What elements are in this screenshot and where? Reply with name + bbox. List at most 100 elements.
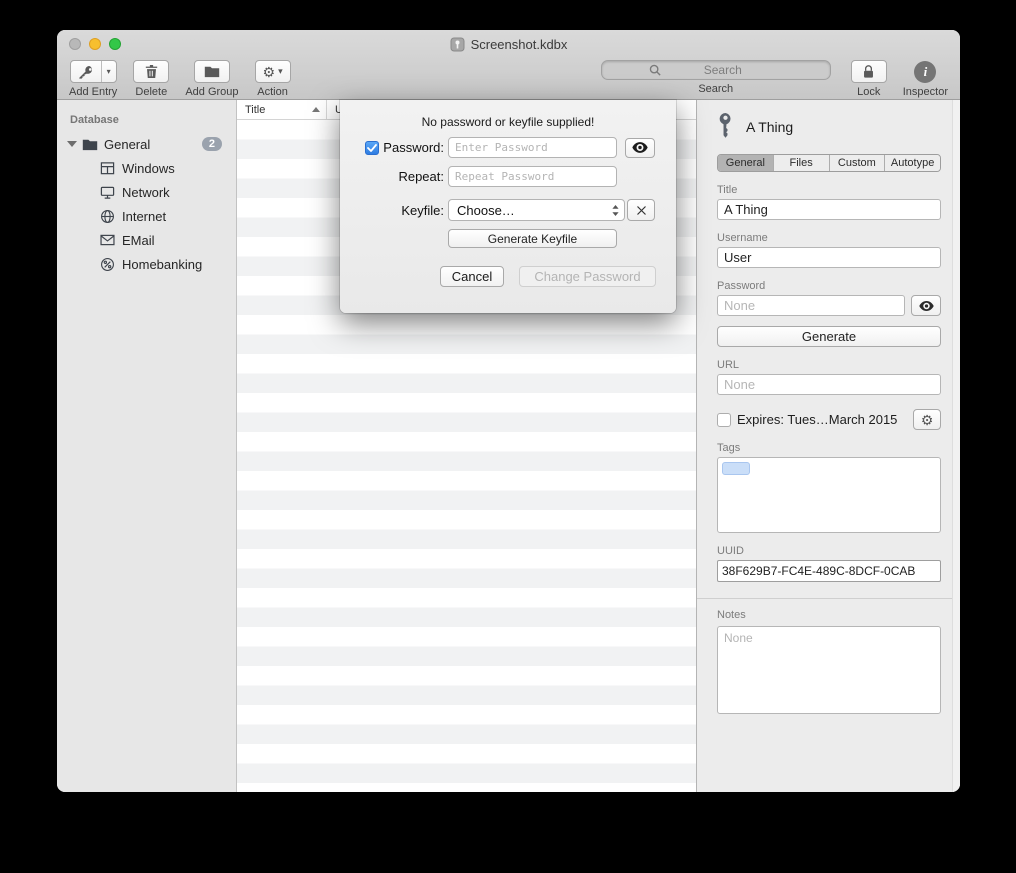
windows-icon [99, 160, 116, 177]
action-label: Action [257, 86, 288, 98]
generate-keyfile-button[interactable]: Generate Keyfile [448, 229, 617, 248]
tags-label: Tags [717, 442, 941, 454]
generate-password-button[interactable]: Generate [717, 326, 941, 347]
expires-settings-button[interactable]: ⚙ [913, 409, 941, 430]
reveal-password-button[interactable] [911, 295, 941, 316]
window-title-wrap: Screenshot.kdbx [450, 37, 568, 52]
inspector-header: A Thing [717, 112, 941, 142]
search-caption: Search [698, 83, 733, 95]
add-entry-dropdown[interactable]: ▾ [101, 61, 116, 82]
sidebar-item-label: Homebanking [122, 257, 202, 272]
tags-box[interactable] [717, 457, 941, 533]
password-label: Password: [383, 140, 444, 155]
change-password-dialog: No password or keyfile supplied! Passwor… [340, 100, 676, 313]
tab-files[interactable]: Files [774, 155, 830, 171]
cancel-button[interactable]: Cancel [440, 266, 504, 287]
tab-autotype[interactable]: Autotype [885, 155, 940, 171]
inspector-item: i Inspector [903, 60, 948, 98]
network-icon [99, 184, 116, 201]
entry-title: A Thing [746, 119, 793, 135]
close-button[interactable] [69, 38, 81, 50]
sidebar-group-general[interactable]: General 2 [57, 132, 236, 156]
sidebar-header: Database [57, 108, 236, 132]
sidebar: Database General 2 Windows Network [57, 100, 237, 792]
action-item: ⚙ ▾ Action [255, 60, 291, 98]
delete-button[interactable] [133, 60, 169, 83]
lock-icon [862, 64, 875, 79]
change-password-button[interactable]: Change Password [519, 266, 656, 287]
sidebar-item-network[interactable]: Network [57, 180, 236, 204]
minimize-button[interactable] [89, 38, 101, 50]
dialog-buttons: Cancel Change Password [440, 266, 676, 287]
lock-label: Lock [857, 86, 880, 98]
notes-section: Notes [697, 598, 960, 717]
password-checkbox[interactable] [365, 141, 379, 155]
url-field[interactable] [717, 374, 941, 395]
title-field-label: Title [717, 184, 941, 196]
sidebar-item-label: Network [122, 185, 170, 200]
url-field-label: URL [717, 359, 941, 371]
keyfile-row: Keyfile: Choose… [340, 199, 676, 221]
dialog-message: No password or keyfile supplied! [340, 100, 676, 129]
expires-row: Expires: Tues…March 2015 ⚙ [717, 409, 941, 430]
sidebar-item-homebanking[interactable]: Homebanking [57, 252, 236, 276]
repeat-password-input[interactable] [448, 166, 617, 187]
sort-ascending-icon [312, 107, 320, 112]
password-field[interactable] [717, 295, 905, 316]
toolbar: ▾ Add Entry Delete A [57, 58, 960, 100]
inspector-scrollbar[interactable] [952, 100, 960, 792]
repeat-lead: Repeat: [340, 169, 444, 184]
add-entry-label: Add Entry [69, 86, 117, 98]
reveal-password-button[interactable] [625, 138, 655, 158]
mail-icon [99, 232, 116, 249]
sidebar-item-internet[interactable]: Internet [57, 204, 236, 228]
app-window: Screenshot.kdbx ▾ Add Entry [57, 30, 960, 792]
add-group-button[interactable] [194, 60, 230, 83]
enter-password-input[interactable] [448, 137, 617, 158]
add-entry-button[interactable]: ▾ [70, 60, 117, 83]
action-button[interactable]: ⚙ ▾ [255, 60, 291, 83]
add-entry-item: ▾ Add Entry [69, 60, 117, 98]
titlebar[interactable]: Screenshot.kdbx [57, 30, 960, 58]
uuid-field[interactable] [717, 560, 941, 582]
close-icon [636, 205, 647, 216]
notes-field[interactable] [717, 626, 941, 714]
keyfile-selected-value: Choose… [457, 203, 611, 218]
repeat-label: Repeat: [398, 169, 444, 184]
eye-icon [632, 142, 648, 153]
username-field[interactable] [717, 247, 941, 268]
tag-token[interactable] [722, 462, 750, 475]
column-header-title[interactable]: Title [237, 100, 327, 119]
disclosure-triangle-icon[interactable] [67, 141, 77, 147]
group-label: General [104, 137, 150, 152]
sidebar-item-email[interactable]: EMail [57, 228, 236, 252]
inspector-tabs: General Files Custom Autotype [717, 154, 941, 172]
search-icon [649, 64, 661, 76]
tab-custom[interactable]: Custom [830, 155, 886, 171]
info-icon: i [924, 64, 928, 80]
tab-general[interactable]: General [718, 155, 774, 171]
window-title: Screenshot.kdbx [471, 37, 568, 52]
column-title-label: Title [245, 104, 265, 116]
password-row [717, 295, 941, 316]
keyfile-popup-button[interactable]: Choose… [448, 199, 625, 221]
sidebar-item-label: EMail [122, 233, 155, 248]
key-plus-icon [71, 61, 101, 82]
lock-item: Lock [851, 60, 887, 98]
lock-button[interactable] [851, 60, 887, 83]
inspector-toggle-button[interactable]: i [914, 61, 936, 83]
delete-label: Delete [135, 86, 167, 98]
trash-icon [145, 64, 158, 79]
sidebar-item-windows[interactable]: Windows [57, 156, 236, 180]
search-field[interactable] [601, 60, 831, 80]
traffic-lights [69, 38, 121, 50]
chevron-down-icon: ▾ [107, 67, 111, 76]
clear-keyfile-button[interactable] [627, 199, 655, 221]
expires-label: Expires: Tues…March 2015 [737, 412, 907, 427]
search-input[interactable] [663, 63, 783, 77]
expires-checkbox[interactable] [717, 413, 731, 427]
zoom-button[interactable] [109, 38, 121, 50]
gear-icon: ⚙ [263, 65, 276, 79]
search-item: Search [601, 60, 831, 95]
title-field[interactable] [717, 199, 941, 220]
